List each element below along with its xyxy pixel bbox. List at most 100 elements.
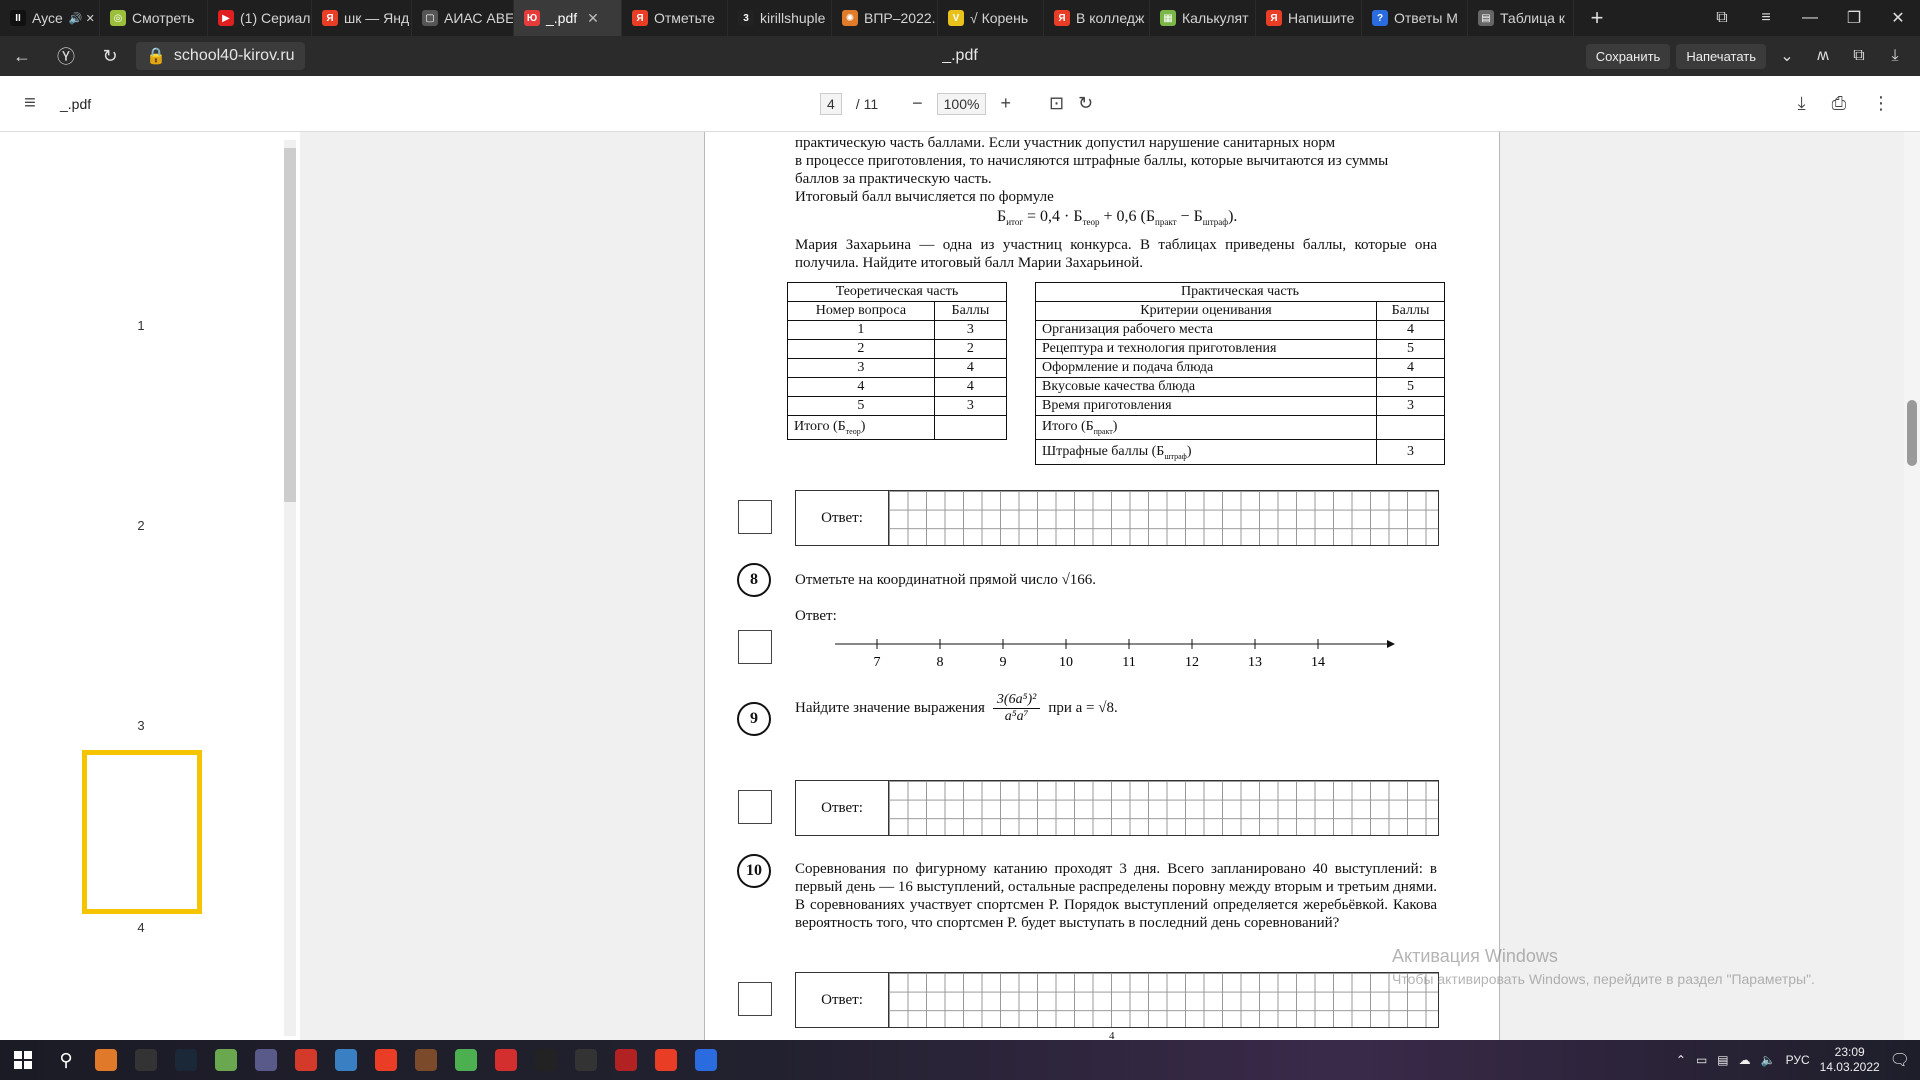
- answer-grid[interactable]: [888, 781, 1438, 835]
- answer-row-9[interactable]: Ответ:: [795, 780, 1439, 836]
- score-box-10[interactable]: [738, 982, 772, 1016]
- minimize-icon[interactable]: —: [1788, 0, 1832, 36]
- reload-icon[interactable]: ↻: [88, 36, 132, 76]
- taskbar-app-icon[interactable]: [606, 1040, 646, 1080]
- taskbar-app-icon[interactable]: [686, 1040, 726, 1080]
- tab-1[interactable]: ◎ Смотреть: [100, 0, 208, 36]
- tab-5[interactable]: Ю _.pdf ✕: [514, 0, 622, 36]
- tab-7[interactable]: 3 kirillshuple: [728, 0, 832, 36]
- taskbar-app-icon[interactable]: [366, 1040, 406, 1080]
- fit-page-icon[interactable]: ⊡: [1049, 93, 1064, 114]
- page-number-input[interactable]: 4: [820, 92, 842, 115]
- answer-row-7[interactable]: Ответ:: [795, 490, 1439, 546]
- thumbnail-4[interactable]: 4: [130, 920, 152, 935]
- start-button[interactable]: [0, 1040, 46, 1080]
- theory-col1: Номер вопроса: [787, 301, 935, 321]
- taskbar-app-icon[interactable]: [286, 1040, 326, 1080]
- download-icon[interactable]: ⤓: [1880, 41, 1910, 71]
- tab-13[interactable]: ? Ответы М: [1362, 0, 1468, 36]
- answer-grid[interactable]: [888, 973, 1438, 1027]
- search-icon[interactable]: ⚲: [46, 1040, 86, 1080]
- notifications-icon[interactable]: 🗨: [1890, 1050, 1910, 1070]
- answer-grid[interactable]: [888, 491, 1438, 545]
- taskbar-app-icon[interactable]: [446, 1040, 486, 1080]
- taskbar-app-icon[interactable]: [206, 1040, 246, 1080]
- tab-audio-close-icon[interactable]: 🔊 ✕: [69, 12, 95, 25]
- main-scroll-thumb[interactable]: [1907, 400, 1917, 466]
- tab-label: ВПР–2022.: [864, 10, 936, 26]
- tab-10[interactable]: Я В колледж: [1044, 0, 1150, 36]
- score-box-9[interactable]: [738, 790, 772, 824]
- tab-6[interactable]: Я Отметьте: [622, 0, 728, 36]
- thumbnail-sidebar: 1 2 3 4: [0, 132, 300, 1040]
- download-icon[interactable]: ⤓: [1798, 93, 1806, 114]
- taskbar-app-icon[interactable]: [646, 1040, 686, 1080]
- taskbar-app-icon[interactable]: [326, 1040, 366, 1080]
- close-icon[interactable]: ✕: [587, 10, 599, 27]
- language-indicator[interactable]: РУС: [1786, 1053, 1810, 1067]
- network-icon[interactable]: ▤: [1717, 1053, 1728, 1067]
- taskbar-app-icon[interactable]: [126, 1040, 166, 1080]
- taskbar-app-icon[interactable]: [566, 1040, 606, 1080]
- onedrive-icon[interactable]: ☁: [1739, 1053, 1751, 1067]
- clock[interactable]: 23:09 14.03.2022: [1820, 1045, 1880, 1075]
- tab-2[interactable]: ▶ (1) Сериал: [208, 0, 312, 36]
- zoom-in-icon[interactable]: +: [1000, 93, 1011, 114]
- number-line[interactable]: 7 8 9 10 11 12 13 14: [835, 632, 1395, 672]
- tab-0[interactable]: II Аусе 🔊 ✕: [0, 0, 100, 36]
- tick-label: 12: [1185, 655, 1199, 670]
- table-row: 34: [787, 358, 1008, 378]
- more-icon[interactable]: ⋮: [1872, 93, 1890, 114]
- volume-icon[interactable]: 🔈: [1761, 1053, 1776, 1067]
- print-icon[interactable]: ⎙: [1832, 93, 1846, 114]
- taskbar-app-icon[interactable]: [166, 1040, 206, 1080]
- score-box-7[interactable]: [738, 500, 772, 534]
- task-number-10: 10: [737, 854, 771, 888]
- back-icon[interactable]: ←: [0, 36, 44, 76]
- collections-icon[interactable]: ⧉: [1844, 41, 1874, 71]
- tab-11[interactable]: ▦ Калькулят: [1150, 0, 1256, 36]
- yandex-icon[interactable]: Ⓨ: [44, 36, 88, 76]
- tab-9[interactable]: V √ Корень: [938, 0, 1044, 36]
- tab-14[interactable]: ▤ Таблица к: [1468, 0, 1574, 36]
- taskbar-app-icon[interactable]: [246, 1040, 286, 1080]
- sidebar-scrollbar[interactable]: [284, 140, 296, 1036]
- tab-12[interactable]: Я Напишите: [1256, 0, 1362, 36]
- menu-icon[interactable]: ≡: [0, 92, 60, 115]
- tab-4[interactable]: ▢ АИАС АВЕ: [412, 0, 514, 36]
- zoom-out-icon[interactable]: −: [912, 93, 923, 114]
- vk-icon[interactable]: ʍ: [1808, 41, 1838, 71]
- maximize-icon[interactable]: ❐: [1832, 0, 1876, 36]
- tab-bar: II Аусе 🔊 ✕ ◎ Смотреть ▶ (1) Сериал Яшк — Янд ▢ А…: [0, 0, 1920, 36]
- zoom-level[interactable]: 100%: [936, 92, 987, 115]
- main-scrollbar[interactable]: [1904, 132, 1920, 1040]
- taskbar-app-icon[interactable]: [486, 1040, 526, 1080]
- taskbar-app-icon[interactable]: [526, 1040, 566, 1080]
- rotate-icon[interactable]: ↻: [1078, 93, 1093, 114]
- new-tab-button[interactable]: +: [1582, 3, 1612, 33]
- thumbnail-3[interactable]: 3: [130, 718, 152, 733]
- practice-total-value: [1376, 415, 1445, 440]
- favicon-icon: ▶: [218, 10, 234, 26]
- tab-3[interactable]: Яшк — Янд: [312, 0, 412, 36]
- thumbnail-1[interactable]: 1: [130, 318, 152, 333]
- sidebar-scroll-thumb[interactable]: [284, 148, 296, 502]
- taskbar-app-icon[interactable]: [406, 1040, 446, 1080]
- monitor-icon[interactable]: ▭: [1696, 1053, 1707, 1067]
- save-button[interactable]: Сохранить: [1585, 43, 1671, 69]
- thumbnail-2[interactable]: 2: [130, 518, 152, 533]
- menu-icon[interactable]: ≡: [1744, 0, 1788, 36]
- answer-row-10[interactable]: Ответ:: [795, 972, 1439, 1028]
- table-row: Время приготовления 3: [1035, 396, 1445, 416]
- tabs-menu-icon[interactable]: ⧉: [1700, 0, 1744, 36]
- print-button[interactable]: Напечатать: [1676, 43, 1766, 69]
- url-field[interactable]: 🔒 school40-kirov.ru: [136, 42, 305, 70]
- chevron-down-icon[interactable]: ⌄: [1772, 41, 1802, 71]
- thumbnail-4-selected[interactable]: [82, 750, 202, 914]
- close-window-icon[interactable]: ✕: [1876, 0, 1920, 36]
- chevron-up-icon[interactable]: ⌃: [1676, 1053, 1686, 1067]
- tab-8[interactable]: ✺ ВПР–2022.: [832, 0, 938, 36]
- favicon-icon: Ю: [524, 10, 540, 26]
- taskbar-app-icon[interactable]: [86, 1040, 126, 1080]
- score-box-8[interactable]: [738, 630, 772, 664]
